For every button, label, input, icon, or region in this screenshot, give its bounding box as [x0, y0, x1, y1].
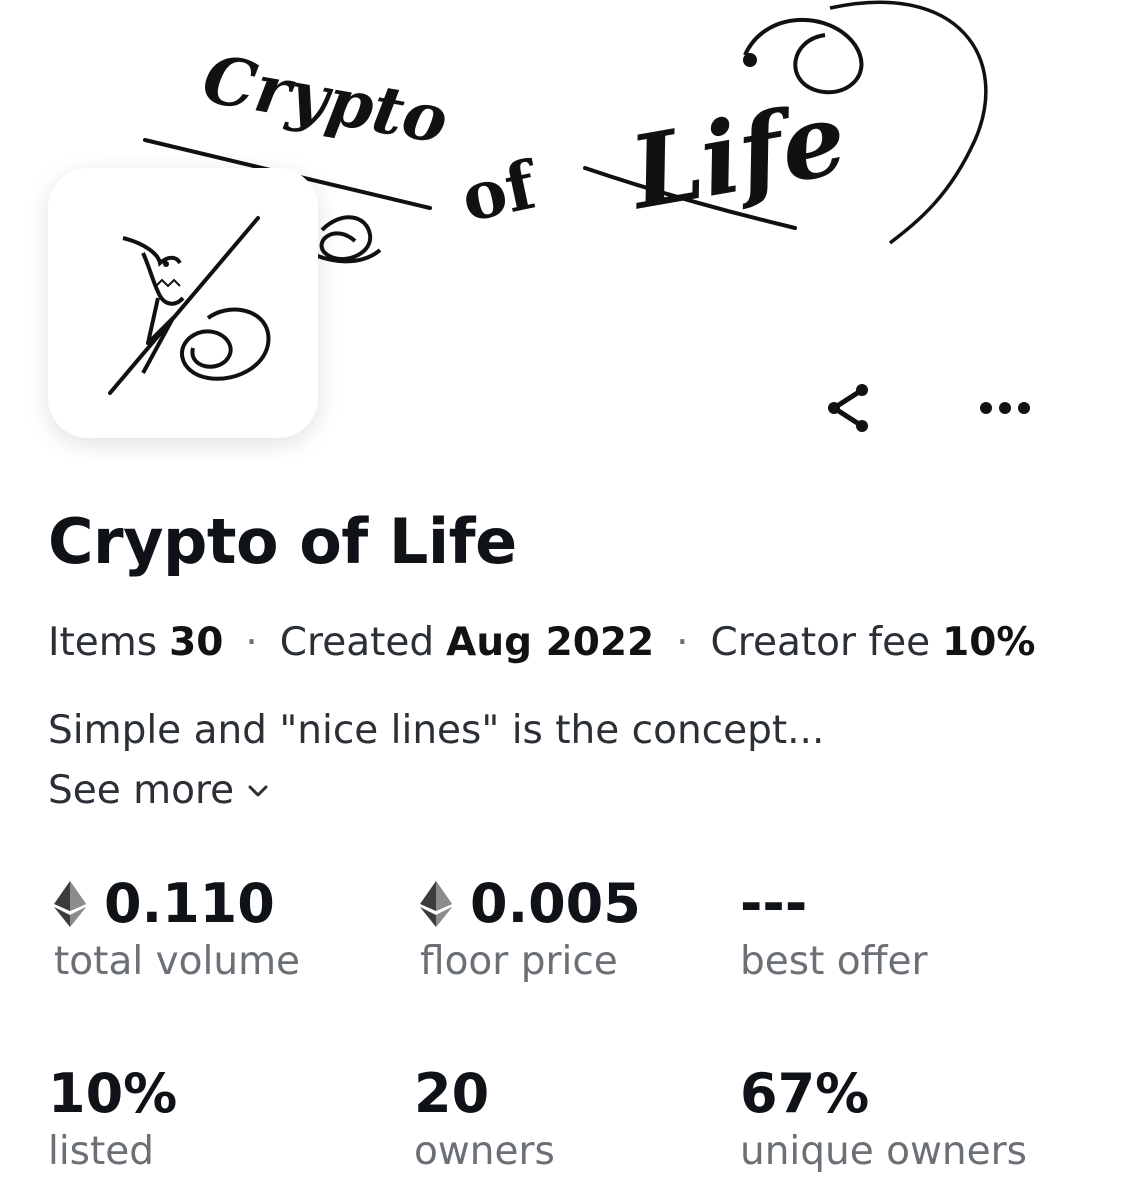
ethereum-icon	[420, 880, 452, 927]
total-volume-label: total volume	[54, 939, 301, 984]
collection-description: Simple and "nice lines" is the concept..…	[48, 708, 825, 753]
owners-label: owners	[414, 1129, 555, 1174]
stat-best-offer: --- best offer	[740, 872, 928, 984]
share-button[interactable]	[812, 372, 884, 444]
items-label: Items	[48, 620, 158, 665]
collection-title: Crypto of Life	[48, 505, 517, 578]
stat-owners: 20 owners	[414, 1062, 555, 1174]
collection-meta: Items 30 · Created Aug 2022 · Creator fe…	[48, 620, 1036, 665]
banner-text-of: of	[455, 145, 546, 237]
ethereum-icon	[54, 880, 86, 927]
listed-value: 10%	[48, 1062, 178, 1125]
collection-avatar	[48, 168, 318, 438]
best-offer-label: best offer	[740, 939, 928, 984]
stat-total-volume: 0.110 total volume	[54, 872, 300, 984]
share-icon	[828, 384, 868, 432]
created-value: Aug 2022	[446, 620, 655, 665]
stat-unique-owners: 67% unique owners	[740, 1062, 1027, 1174]
banner-text-life: Life	[619, 79, 854, 233]
floor-price-value: 0.005	[470, 872, 641, 935]
floor-price-label: floor price	[420, 939, 618, 984]
unique-owners-label: unique owners	[740, 1129, 1027, 1174]
creator-fee-label: Creator fee	[710, 620, 931, 665]
see-more-label: See more	[48, 768, 235, 813]
creator-fee-value: 10%	[942, 620, 1036, 665]
listed-label: listed	[48, 1129, 155, 1174]
banner-text-crypto: Crypto	[197, 39, 453, 159]
created-label: Created	[279, 620, 435, 665]
more-options-button[interactable]	[969, 372, 1041, 444]
items-value: 30	[169, 620, 224, 665]
more-icon	[980, 402, 1030, 414]
hummingbird-logo-icon	[108, 216, 271, 395]
meta-separator: ·	[245, 620, 258, 665]
stat-listed: 10% listed	[48, 1062, 177, 1174]
chevron-down-icon	[248, 785, 268, 796]
see-more-button[interactable]: See more	[48, 768, 270, 813]
owners-value: 20	[414, 1062, 490, 1125]
best-offer-value: ---	[740, 872, 808, 935]
total-volume-value: 0.110	[104, 872, 275, 935]
stat-floor-price: 0.005 floor price	[420, 872, 641, 984]
meta-separator: ·	[676, 620, 689, 665]
unique-owners-value: 67%	[740, 1062, 870, 1125]
